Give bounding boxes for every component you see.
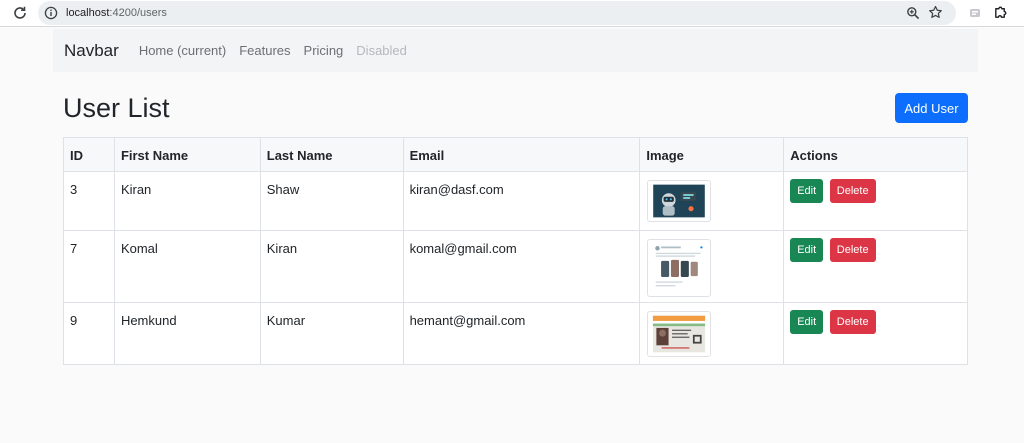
bookmark-star-icon[interactable] <box>928 5 943 20</box>
cell-last-name: Kiran <box>259 230 404 303</box>
navbar: Navbar Home (current) Features Pricing D… <box>53 29 978 72</box>
cell-id: 9 <box>63 302 115 365</box>
cell-last-name: Shaw <box>259 171 404 231</box>
edit-button[interactable]: Edit <box>790 238 824 262</box>
user-thumbnail <box>647 311 712 357</box>
cell-email: hemant@gmail.com <box>402 302 641 365</box>
cell-image <box>639 230 785 303</box>
site-info-icon[interactable] <box>44 6 58 20</box>
cell-first-name: Kiran <box>113 171 261 231</box>
page-title: User List <box>63 93 170 123</box>
column-header-first-name: First Name <box>113 137 261 172</box>
add-user-button[interactable]: Add User <box>895 93 968 123</box>
users-table: ID First Name Last Name Email Image Acti… <box>63 137 968 365</box>
table-row: 9 Hemkund Kumar hemant@gmail.com Edit De… <box>63 302 968 365</box>
column-header-last-name: Last Name <box>259 137 404 172</box>
column-header-id: ID <box>63 137 115 172</box>
nav-link-pricing[interactable]: Pricing <box>304 43 344 58</box>
extension-icon[interactable] <box>968 6 982 20</box>
cell-last-name: Kumar <box>259 302 404 365</box>
nav-link-disabled: Disabled <box>356 43 407 58</box>
cell-id: 3 <box>63 171 115 231</box>
cell-image <box>639 171 785 231</box>
cell-email: komal@gmail.com <box>402 230 641 303</box>
cell-first-name: Hemkund <box>113 302 261 365</box>
edit-button[interactable]: Edit <box>790 179 824 203</box>
table-header-row: ID First Name Last Name Email Image Acti… <box>63 137 968 172</box>
reload-icon[interactable] <box>12 5 28 21</box>
cell-email: kiran@dasf.com <box>402 171 641 231</box>
cell-actions: Edit Delete <box>783 302 968 365</box>
navbar-brand[interactable]: Navbar <box>64 41 119 61</box>
column-header-image: Image <box>639 137 785 172</box>
cell-image <box>639 302 785 365</box>
cell-id: 7 <box>63 230 115 303</box>
nav-link-features[interactable]: Features <box>239 43 290 58</box>
cell-actions: Edit Delete <box>783 171 968 231</box>
user-thumbnail <box>647 239 712 297</box>
delete-button[interactable]: Delete <box>829 238 876 262</box>
user-thumbnail <box>647 180 712 222</box>
browser-toolbar: localhost:4200/users <box>0 0 1024 27</box>
column-header-actions: Actions <box>783 137 968 172</box>
table-row: 3 Kiran Shaw kiran@dasf.com Edit Delete <box>63 171 968 231</box>
nav-link-home[interactable]: Home (current) <box>139 43 226 58</box>
cell-first-name: Komal <box>113 230 261 303</box>
delete-button[interactable]: Delete <box>829 179 876 203</box>
delete-button[interactable]: Delete <box>829 310 876 334</box>
column-header-email: Email <box>402 137 641 172</box>
cell-actions: Edit Delete <box>783 230 968 303</box>
nav-links: Home (current) Features Pricing Disabled <box>139 43 420 58</box>
zoom-icon[interactable] <box>906 6 920 20</box>
table-row: 7 Komal Kiran komal@gmail.com Edit Delet… <box>63 230 968 303</box>
url-text: localhost:4200/users <box>66 7 167 19</box>
edit-button[interactable]: Edit <box>790 310 824 334</box>
extensions-puzzle-icon[interactable] <box>993 5 1008 20</box>
address-bar[interactable]: localhost:4200/users <box>38 1 956 25</box>
